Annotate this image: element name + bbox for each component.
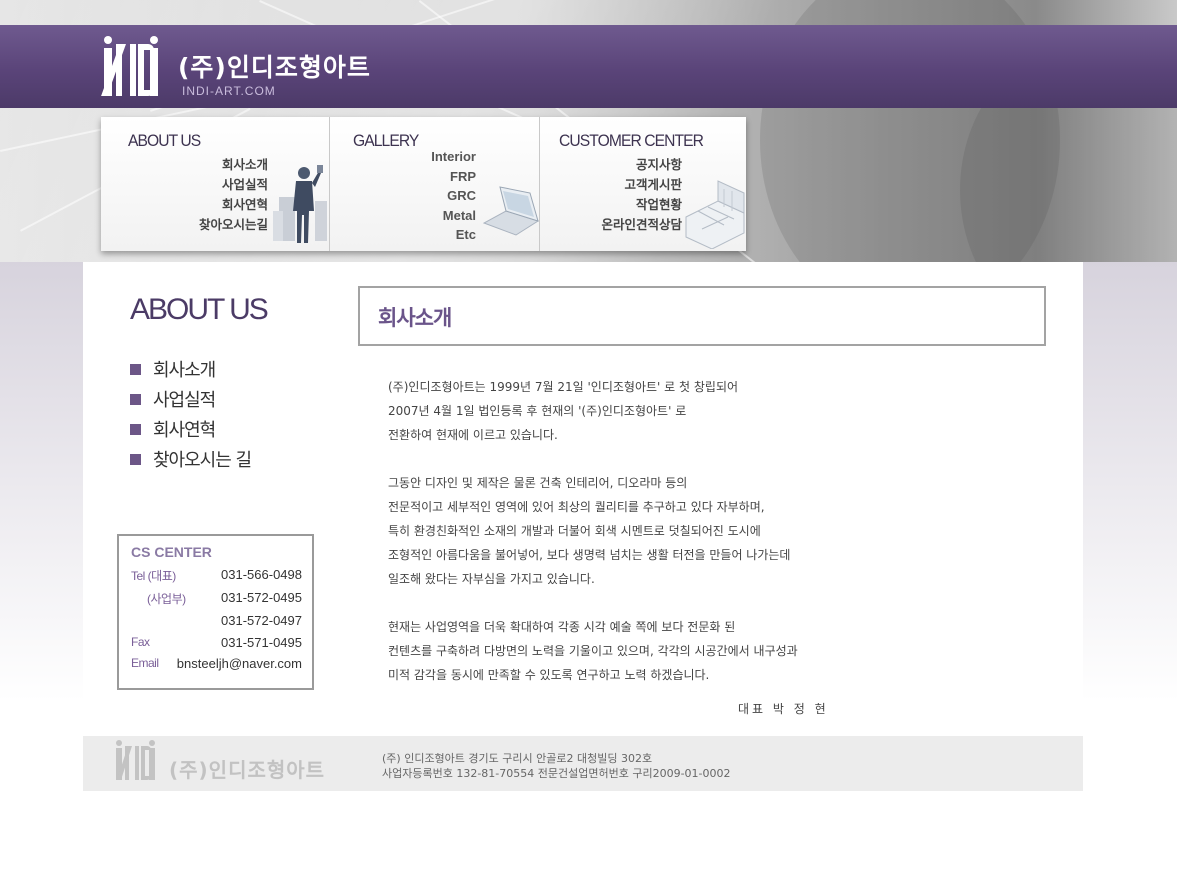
sidebar-item-business-results[interactable]: 사업실적 bbox=[130, 384, 251, 414]
cs-center-title: CS CENTER bbox=[131, 544, 212, 560]
menu-link-frp[interactable]: FRP bbox=[390, 167, 476, 187]
ceo-signature: 대표 박 정 현 bbox=[738, 702, 829, 716]
cs-email-link[interactable]: bnsteeljh@naver.com bbox=[177, 656, 302, 671]
cs-label: Email bbox=[131, 656, 159, 670]
paragraph-line: 컨텐츠를 구축하려 다방면의 노력을 기울이고 있으며, 각각의 시공간에서 내… bbox=[388, 644, 798, 658]
paragraph-line: 전환하여 현재에 이르고 있습니다. bbox=[388, 428, 558, 442]
menu-customer-center: CUSTOMER CENTER 공지사항 고객게시판 작업현황 온라인견적상담 bbox=[540, 117, 746, 251]
company-intro-text: (주)인디조형아트는 1999년 7월 21일 '인디조형아트' 로 첫 창립되… bbox=[388, 375, 1038, 687]
brand-url: INDI-ART.COM bbox=[182, 84, 276, 98]
paragraph-line: 2007년 4월 1일 법인등록 후 현재의 '(주)인디조형아트' 로 bbox=[388, 404, 687, 418]
menu-link-work-status[interactable]: 작업현황 bbox=[580, 195, 682, 215]
sidebar-item-directions[interactable]: 찾아오시는 길 bbox=[130, 444, 252, 474]
menu-title-customer-center[interactable]: CUSTOMER CENTER bbox=[559, 131, 704, 151]
menu-link-notice[interactable]: 공지사항 bbox=[580, 155, 682, 175]
sidebar-item-history[interactable]: 회사연혁 bbox=[130, 414, 251, 444]
menu-link-company-intro[interactable]: 회사소개 bbox=[161, 155, 268, 175]
paragraph-line: 그동안 디자인 및 제작은 물론 건축 인테리어, 디오라마 등의 bbox=[388, 476, 688, 490]
paragraph-line: 일조해 왔다는 자부심을 가지고 있습니다. bbox=[388, 572, 595, 586]
footer-address: (주) 인디조형아트 경기도 구리시 안골로2 대청빌딩 302호 bbox=[382, 752, 653, 765]
paragraph-line: 특히 환경친화적인 소재의 개발과 더불어 회색 시멘트로 덧칠되어진 도시에 bbox=[388, 524, 761, 538]
menu-about-us: ABOUT US 회사소개 사업실적 회사연혁 찾아오시는길 bbox=[101, 117, 330, 251]
menu-link-business-results[interactable]: 사업실적 bbox=[161, 175, 268, 195]
paragraph-line: 조형적인 아름다움을 불어넣어, 보다 생명력 넘치는 생활 터전을 만들어 나… bbox=[388, 548, 791, 562]
page-heading-box: 회사소개 bbox=[358, 286, 1046, 346]
footer-company-info: (주) 인디조형아트 경기도 구리시 안골로2 대청빌딩 302호 사업자등록번… bbox=[382, 751, 731, 781]
menu-link-metal[interactable]: Metal bbox=[390, 206, 476, 226]
cs-phone-dept-1[interactable]: 031-572-0495 bbox=[221, 590, 302, 605]
sidebar-item-label: 찾아오시는 길 bbox=[153, 450, 252, 471]
menu-link-online-quote[interactable]: 온라인견적상담 bbox=[580, 215, 682, 235]
left-fade bbox=[0, 262, 83, 702]
cs-phone-main[interactable]: 031-566-0498 bbox=[221, 567, 302, 582]
footer-registration: 사업자등록번호 132-81-70554 전문건설업면허번호 구리2009-01… bbox=[382, 767, 731, 780]
square-bullet-icon bbox=[130, 363, 141, 375]
cs-center-box: CS CENTER Tel (대표) 031-566-0498 (사업부) 03… bbox=[117, 534, 314, 690]
menu-link-etc[interactable]: Etc bbox=[390, 225, 476, 245]
menu-link-history[interactable]: 회사연혁 bbox=[161, 195, 268, 215]
page-title: 회사소개 bbox=[378, 306, 452, 330]
cs-fax: 031-571-0495 bbox=[221, 635, 302, 650]
paragraph-line: 전문적이고 세부적인 영역에 있어 최상의 퀄리티를 추구하고 있다 자부하며, bbox=[388, 500, 765, 514]
footer-brand-name: (주)인디조형아트 bbox=[169, 758, 326, 782]
sidebar-title: ABOUT US bbox=[130, 293, 269, 326]
cs-phone-dept-2[interactable]: 031-572-0497 bbox=[221, 613, 302, 628]
menu-link-directions[interactable]: 찾아오시는길 bbox=[161, 215, 268, 235]
floorplan-illustration-icon bbox=[685, 180, 745, 249]
brand-band bbox=[0, 25, 1177, 108]
square-bullet-icon bbox=[130, 423, 141, 435]
cs-label: Fax bbox=[131, 635, 150, 649]
cs-label: (사업부) bbox=[147, 592, 186, 606]
businessman-illustration-icon bbox=[273, 165, 327, 243]
brand-name[interactable]: (주)인디조형아트 bbox=[178, 48, 371, 84]
footer: (주)인디조형아트 (주) 인디조형아트 경기도 구리시 안골로2 대청빌딩 3… bbox=[83, 736, 1083, 791]
menu-link-grc[interactable]: GRC bbox=[390, 186, 476, 206]
right-fade bbox=[1083, 262, 1177, 702]
sidebar-item-label: 회사연혁 bbox=[153, 420, 216, 441]
laptop-illustration-icon bbox=[482, 186, 540, 236]
sidebar-item-label: 회사소개 bbox=[153, 360, 216, 381]
indi-logo-icon bbox=[115, 740, 155, 780]
paragraph-line: 현재는 사업영역을 더욱 확대하여 각종 시각 예술 쪽에 보다 전문화 된 bbox=[388, 620, 736, 634]
sidebar-item-label: 사업실적 bbox=[153, 390, 216, 411]
sidebar-nav: 회사소개 사업실적 회사연혁 찾아오시는 길 bbox=[130, 354, 252, 474]
main-menu: ABOUT US 회사소개 사업실적 회사연혁 찾아오시는길 GALLERY I… bbox=[101, 117, 746, 251]
menu-title-about-us[interactable]: ABOUT US bbox=[128, 131, 201, 151]
square-bullet-icon bbox=[130, 453, 141, 465]
cs-label: Tel (대표) bbox=[131, 569, 176, 583]
menu-link-interior[interactable]: Interior bbox=[390, 147, 476, 167]
menu-gallery: GALLERY Interior FRP GRC Metal Etc bbox=[330, 117, 540, 251]
square-bullet-icon bbox=[130, 393, 141, 405]
sidebar-item-company-intro[interactable]: 회사소개 bbox=[130, 354, 251, 384]
menu-link-customer-board[interactable]: 고객게시판 bbox=[580, 175, 682, 195]
indi-logo-icon[interactable] bbox=[101, 36, 160, 98]
paragraph-line: 미적 감각을 동시에 만족할 수 있도록 연구하고 노력 하겠습니다. bbox=[388, 668, 710, 682]
paragraph-line: (주)인디조형아트는 1999년 7월 21일 '인디조형아트' 로 첫 창립되… bbox=[388, 380, 739, 394]
